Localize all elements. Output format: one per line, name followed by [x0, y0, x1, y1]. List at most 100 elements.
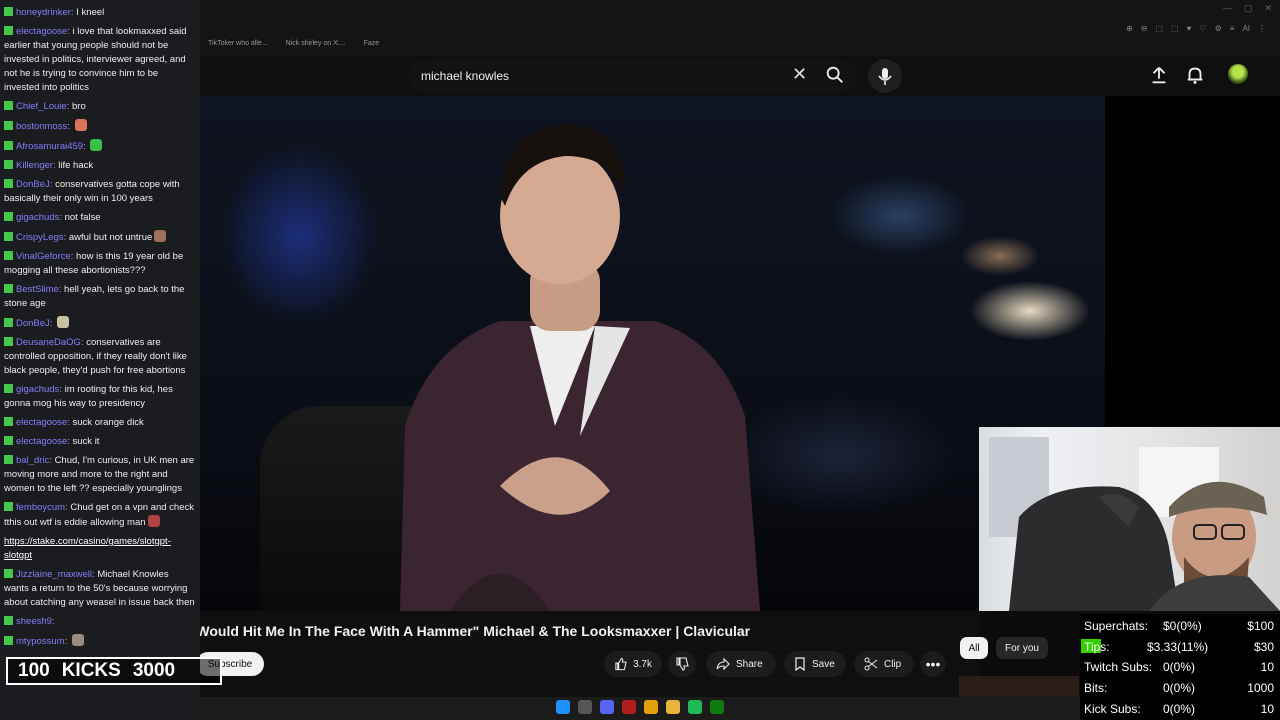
sub-badge-icon	[4, 417, 13, 426]
extension-icon[interactable]: ⋮	[1258, 24, 1266, 33]
chat-text: awful but not untrue	[68, 232, 153, 243]
goal-label: Superchats:	[1084, 619, 1149, 633]
chat-username[interactable]: Killenger	[16, 160, 53, 171]
chat-username[interactable]: electagoose	[16, 417, 67, 428]
extension-icons: ⊕ ⊖ ⬚ ⬚ ♥ ♡ ⚙ ≡ AI ⋮	[1126, 24, 1266, 33]
dislike-button[interactable]	[668, 651, 696, 677]
extension-icon[interactable]: ⬚	[1156, 24, 1164, 33]
goal-target: 10	[1260, 702, 1274, 716]
bookmark-item[interactable]: Faze	[364, 40, 380, 47]
chat-username[interactable]: electagoose	[16, 436, 67, 447]
save-label: Save	[812, 658, 835, 670]
goal-progress: 0(0%)	[1163, 660, 1196, 674]
chat-username[interactable]: BestSlime	[16, 284, 59, 295]
chat-username[interactable]: DonBeJ	[16, 179, 50, 190]
video-player[interactable]	[200, 96, 1105, 611]
chat-username[interactable]: sheesh9	[16, 616, 52, 627]
chat-text: life hack	[58, 160, 94, 171]
chrome-icon[interactable]	[644, 700, 658, 714]
chat-message: CrispyLegs: awful but not untrue	[0, 230, 200, 245]
sub-badge-icon	[4, 455, 13, 464]
clip-button[interactable]: Clip	[854, 651, 914, 677]
search-icon[interactable]	[578, 700, 592, 714]
bell-icon[interactable]	[1184, 64, 1206, 86]
kicks-goal-target: 3000	[132, 660, 176, 681]
more-actions-button[interactable]: •••	[920, 651, 946, 677]
sub-badge-icon	[4, 141, 13, 150]
chat-username[interactable]: Chief_Louie	[16, 101, 67, 112]
windows-start-icon[interactable]	[556, 700, 570, 714]
file-explorer-icon[interactable]	[666, 700, 680, 714]
goal-target: $100	[1247, 619, 1274, 633]
save-button[interactable]: Save	[784, 651, 846, 677]
extension-icon[interactable]: ⬚	[1171, 24, 1179, 33]
spotify-icon[interactable]	[688, 700, 702, 714]
chat-username[interactable]: DonBeJ	[16, 318, 50, 329]
like-count: 3.7k	[633, 658, 652, 670]
chat-username[interactable]: femboycum	[16, 502, 65, 513]
discord-icon[interactable]	[600, 700, 614, 714]
goal-target: 1000	[1247, 681, 1274, 695]
extension-icon[interactable]: ♥	[1187, 24, 1192, 33]
bookmark-item[interactable]: TikToker who alle...	[208, 40, 268, 47]
close-button[interactable]: ✕	[1264, 3, 1272, 14]
chip-for-you[interactable]: For you	[996, 637, 1048, 659]
chat-username[interactable]: VinalGeforce	[16, 251, 71, 262]
share-button[interactable]: Share	[706, 651, 776, 677]
speaker-figure	[400, 124, 760, 611]
extension-icon[interactable]: ⚙	[1215, 24, 1222, 33]
avatar[interactable]	[1228, 64, 1248, 84]
search-icon[interactable]	[824, 64, 846, 86]
sub-badge-icon	[4, 318, 13, 327]
emote-icon	[74, 119, 87, 131]
chat-username[interactable]: gigachuds	[16, 212, 59, 223]
sub-badge-icon	[4, 636, 13, 645]
chat-separator: :	[49, 318, 56, 329]
app-icon[interactable]	[622, 700, 636, 714]
chat-username[interactable]: bal_dric	[16, 455, 49, 466]
like-button[interactable]: 3.7k	[604, 651, 662, 677]
chat-username[interactable]: mtypossum	[16, 636, 65, 647]
chat-message: sheesh9:	[0, 615, 200, 629]
extension-icon[interactable]: AI	[1242, 24, 1250, 33]
extension-icon[interactable]: ≡	[1230, 24, 1235, 33]
maximize-button[interactable]: ▢	[1244, 3, 1253, 14]
sub-badge-icon	[4, 160, 13, 169]
voice-search-button[interactable]	[868, 59, 902, 93]
chat-username[interactable]: Afrosamurai459	[16, 141, 83, 152]
minimize-button[interactable]: —	[1223, 3, 1232, 14]
chat-username[interactable]: gigachuds	[16, 384, 59, 395]
kicks-goal-bar: 100 KICKS 3000	[6, 657, 222, 685]
bookmark-item[interactable]: Nick shirley on X:...	[286, 40, 346, 47]
extension-icon[interactable]: ⊕	[1126, 24, 1133, 33]
extension-icon[interactable]: ♡	[1199, 24, 1206, 33]
chat-message: bal_dric: Chud, I'm curious, in UK men a…	[0, 454, 200, 496]
chat-link[interactable]: https://stake.com/casino/games/slotgpt-s…	[4, 536, 171, 561]
upload-icon[interactable]	[1148, 64, 1170, 86]
chat-message: DonBeJ: conservatives gotta cope with ba…	[0, 178, 200, 206]
clear-search-icon[interactable]: ✕	[792, 64, 807, 85]
emote-icon	[154, 230, 167, 242]
chat-username[interactable]: electagoose	[16, 26, 67, 37]
chat-username[interactable]: bostonmoss	[16, 121, 67, 132]
chat-message: gigachuds: im rooting for this kid, hes …	[0, 383, 200, 411]
chat-text: suck orange dick	[72, 417, 144, 428]
chat-message: honeydrinker: I kneel	[0, 6, 200, 20]
chat-username[interactable]: Jizzlaine_maxwell	[16, 569, 92, 580]
extension-icon[interactable]: ⊖	[1141, 24, 1148, 33]
xbox-icon[interactable]	[710, 700, 724, 714]
chat-username[interactable]: honeydrinker	[16, 7, 71, 18]
chip-all[interactable]: All	[960, 637, 988, 659]
chat-message: https://stake.com/casino/games/slotgpt-s…	[0, 535, 200, 563]
goal-row: Superchats: $0(0%) $100	[1084, 619, 1276, 635]
chat-message: Afrosamurai459:	[0, 139, 200, 154]
recommended-thumbnail[interactable]	[959, 676, 1079, 697]
chat-username[interactable]: DeusaneDaOG	[16, 337, 81, 348]
microphone-icon	[878, 68, 892, 85]
goal-row: Twitch Subs: 0(0%) 10	[1084, 660, 1276, 676]
emote-icon	[57, 316, 70, 328]
clip-label: Clip	[884, 658, 902, 670]
chat-message: DonBeJ:	[0, 316, 200, 331]
search-query[interactable]: michael knowles	[421, 69, 509, 83]
chat-username[interactable]: CrispyLegs	[16, 232, 64, 243]
